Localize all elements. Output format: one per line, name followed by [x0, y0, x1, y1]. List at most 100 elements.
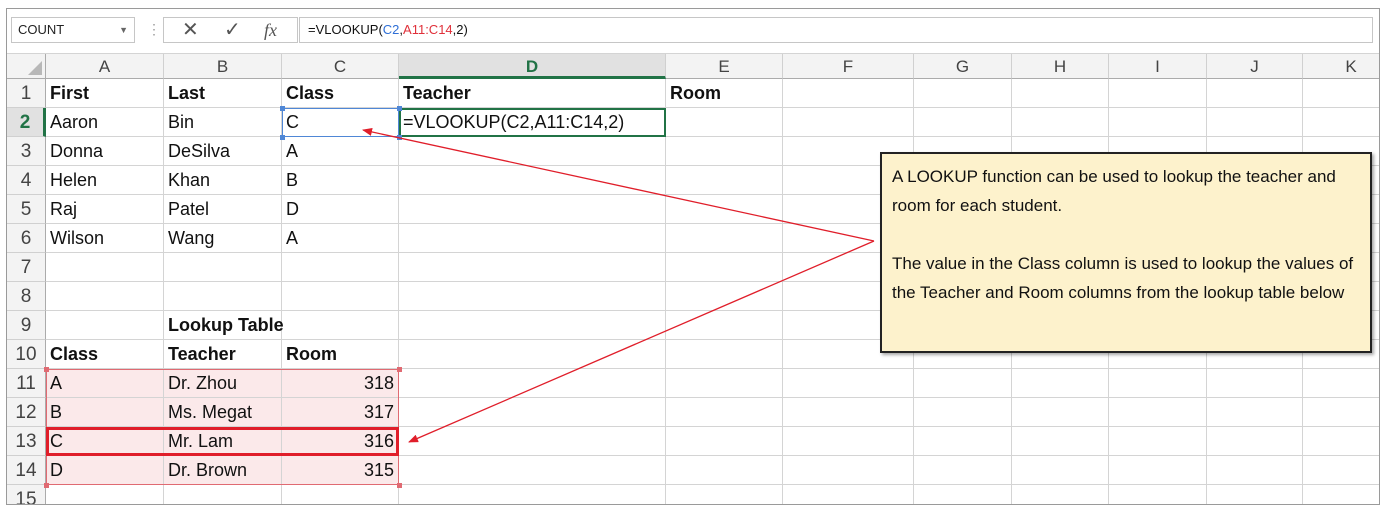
resize-handle[interactable] — [280, 135, 285, 140]
cell-c1[interactable]: Class — [282, 79, 399, 108]
cell-e9[interactable] — [666, 311, 783, 340]
cell-e8[interactable] — [666, 282, 783, 311]
cell-a6[interactable]: Wilson — [46, 224, 164, 253]
row-header-10[interactable]: 10 — [7, 340, 46, 369]
cell-b6[interactable]: Wang — [164, 224, 282, 253]
resize-handle[interactable] — [397, 483, 402, 488]
cell-d6[interactable] — [399, 224, 666, 253]
cell-k15[interactable] — [1303, 485, 1379, 504]
cell-d8[interactable] — [399, 282, 666, 311]
cell-c7[interactable] — [282, 253, 399, 282]
cell-i13[interactable] — [1109, 427, 1207, 456]
column-header-d[interactable]: D — [399, 54, 666, 79]
column-header-f[interactable]: F — [783, 54, 914, 79]
cell-j2[interactable] — [1207, 108, 1303, 137]
cell-i11[interactable] — [1109, 369, 1207, 398]
cell-f13[interactable] — [783, 427, 914, 456]
resize-handle[interactable] — [397, 367, 402, 372]
cell-i1[interactable] — [1109, 79, 1207, 108]
cell-a3[interactable]: Donna — [46, 137, 164, 166]
cell-f15[interactable] — [783, 485, 914, 504]
cancel-icon[interactable]: ✕ — [182, 18, 199, 42]
cell-c13[interactable]: 316 — [282, 427, 399, 456]
cell-d12[interactable] — [399, 398, 666, 427]
row-header-5[interactable]: 5 — [7, 195, 46, 224]
row-header-12[interactable]: 12 — [7, 398, 46, 427]
row-header-2[interactable]: 2 — [7, 108, 46, 137]
cell-b4[interactable]: Khan — [164, 166, 282, 195]
cell-k14[interactable] — [1303, 456, 1379, 485]
cell-j13[interactable] — [1207, 427, 1303, 456]
name-box[interactable]: COUNT ▼ — [11, 17, 135, 43]
row-header-1[interactable]: 1 — [7, 79, 46, 108]
cell-b14[interactable]: Dr. Brown — [164, 456, 282, 485]
cell-a1[interactable]: First — [46, 79, 164, 108]
cell-a10[interactable]: Class — [46, 340, 164, 369]
cell-g13[interactable] — [914, 427, 1012, 456]
cell-a9[interactable] — [46, 311, 164, 340]
cell-b2[interactable]: Bin — [164, 108, 282, 137]
row-header-9[interactable]: 9 — [7, 311, 46, 340]
cell-c9[interactable] — [282, 311, 399, 340]
cell-d9[interactable] — [399, 311, 666, 340]
cell-a13[interactable]: C — [46, 427, 164, 456]
insert-function-icon[interactable]: fx — [264, 18, 277, 42]
cell-j15[interactable] — [1207, 485, 1303, 504]
cell-c8[interactable] — [282, 282, 399, 311]
cell-c10[interactable]: Room — [282, 340, 399, 369]
cell-f2[interactable] — [783, 108, 914, 137]
cell-c12[interactable]: 317 — [282, 398, 399, 427]
cell-a11[interactable]: A — [46, 369, 164, 398]
cell-d2[interactable]: =VLOOKUP(C2,A11:C14,2) — [399, 108, 666, 137]
row-header-6[interactable]: 6 — [7, 224, 46, 253]
cell-a8[interactable] — [46, 282, 164, 311]
cell-j11[interactable] — [1207, 369, 1303, 398]
row-header-8[interactable]: 8 — [7, 282, 46, 311]
cell-d11[interactable] — [399, 369, 666, 398]
cell-e14[interactable] — [666, 456, 783, 485]
cell-j12[interactable] — [1207, 398, 1303, 427]
column-header-a[interactable]: A — [46, 54, 164, 79]
cell-i2[interactable] — [1109, 108, 1207, 137]
cell-c4[interactable]: B — [282, 166, 399, 195]
resize-handle[interactable] — [280, 106, 285, 111]
cell-a14[interactable]: D — [46, 456, 164, 485]
column-header-b[interactable]: B — [164, 54, 282, 79]
resize-handle[interactable] — [397, 135, 402, 140]
column-header-i[interactable]: I — [1109, 54, 1207, 79]
cell-h14[interactable] — [1012, 456, 1109, 485]
cell-k1[interactable] — [1303, 79, 1379, 108]
cell-j1[interactable] — [1207, 79, 1303, 108]
cell-b12[interactable]: Ms. Megat — [164, 398, 282, 427]
cell-g15[interactable] — [914, 485, 1012, 504]
chevron-down-icon[interactable]: ▼ — [119, 18, 128, 42]
cell-e15[interactable] — [666, 485, 783, 504]
cell-d14[interactable] — [399, 456, 666, 485]
cell-e6[interactable] — [666, 224, 783, 253]
cell-d15[interactable] — [399, 485, 666, 504]
cell-c15[interactable] — [282, 485, 399, 504]
cell-e1[interactable]: Room — [666, 79, 783, 108]
cell-b7[interactable] — [164, 253, 282, 282]
row-header-11[interactable]: 11 — [7, 369, 46, 398]
cell-h13[interactable] — [1012, 427, 1109, 456]
resize-handle[interactable] — [397, 106, 402, 111]
resize-handle[interactable] — [44, 483, 49, 488]
row-header-7[interactable]: 7 — [7, 253, 46, 282]
cell-c2[interactable]: C — [282, 108, 399, 137]
cell-b13[interactable]: Mr. Lam — [164, 427, 282, 456]
cell-b10[interactable]: Teacher — [164, 340, 282, 369]
cell-g2[interactable] — [914, 108, 1012, 137]
cell-c14[interactable]: 315 — [282, 456, 399, 485]
cell-i14[interactable] — [1109, 456, 1207, 485]
cell-e2[interactable] — [666, 108, 783, 137]
cell-g12[interactable] — [914, 398, 1012, 427]
cell-c5[interactable]: D — [282, 195, 399, 224]
cell-k11[interactable] — [1303, 369, 1379, 398]
column-header-g[interactable]: G — [914, 54, 1012, 79]
cell-e10[interactable] — [666, 340, 783, 369]
column-header-j[interactable]: J — [1207, 54, 1303, 79]
row-header-4[interactable]: 4 — [7, 166, 46, 195]
enter-icon[interactable]: ✓ — [224, 18, 241, 42]
cell-g1[interactable] — [914, 79, 1012, 108]
